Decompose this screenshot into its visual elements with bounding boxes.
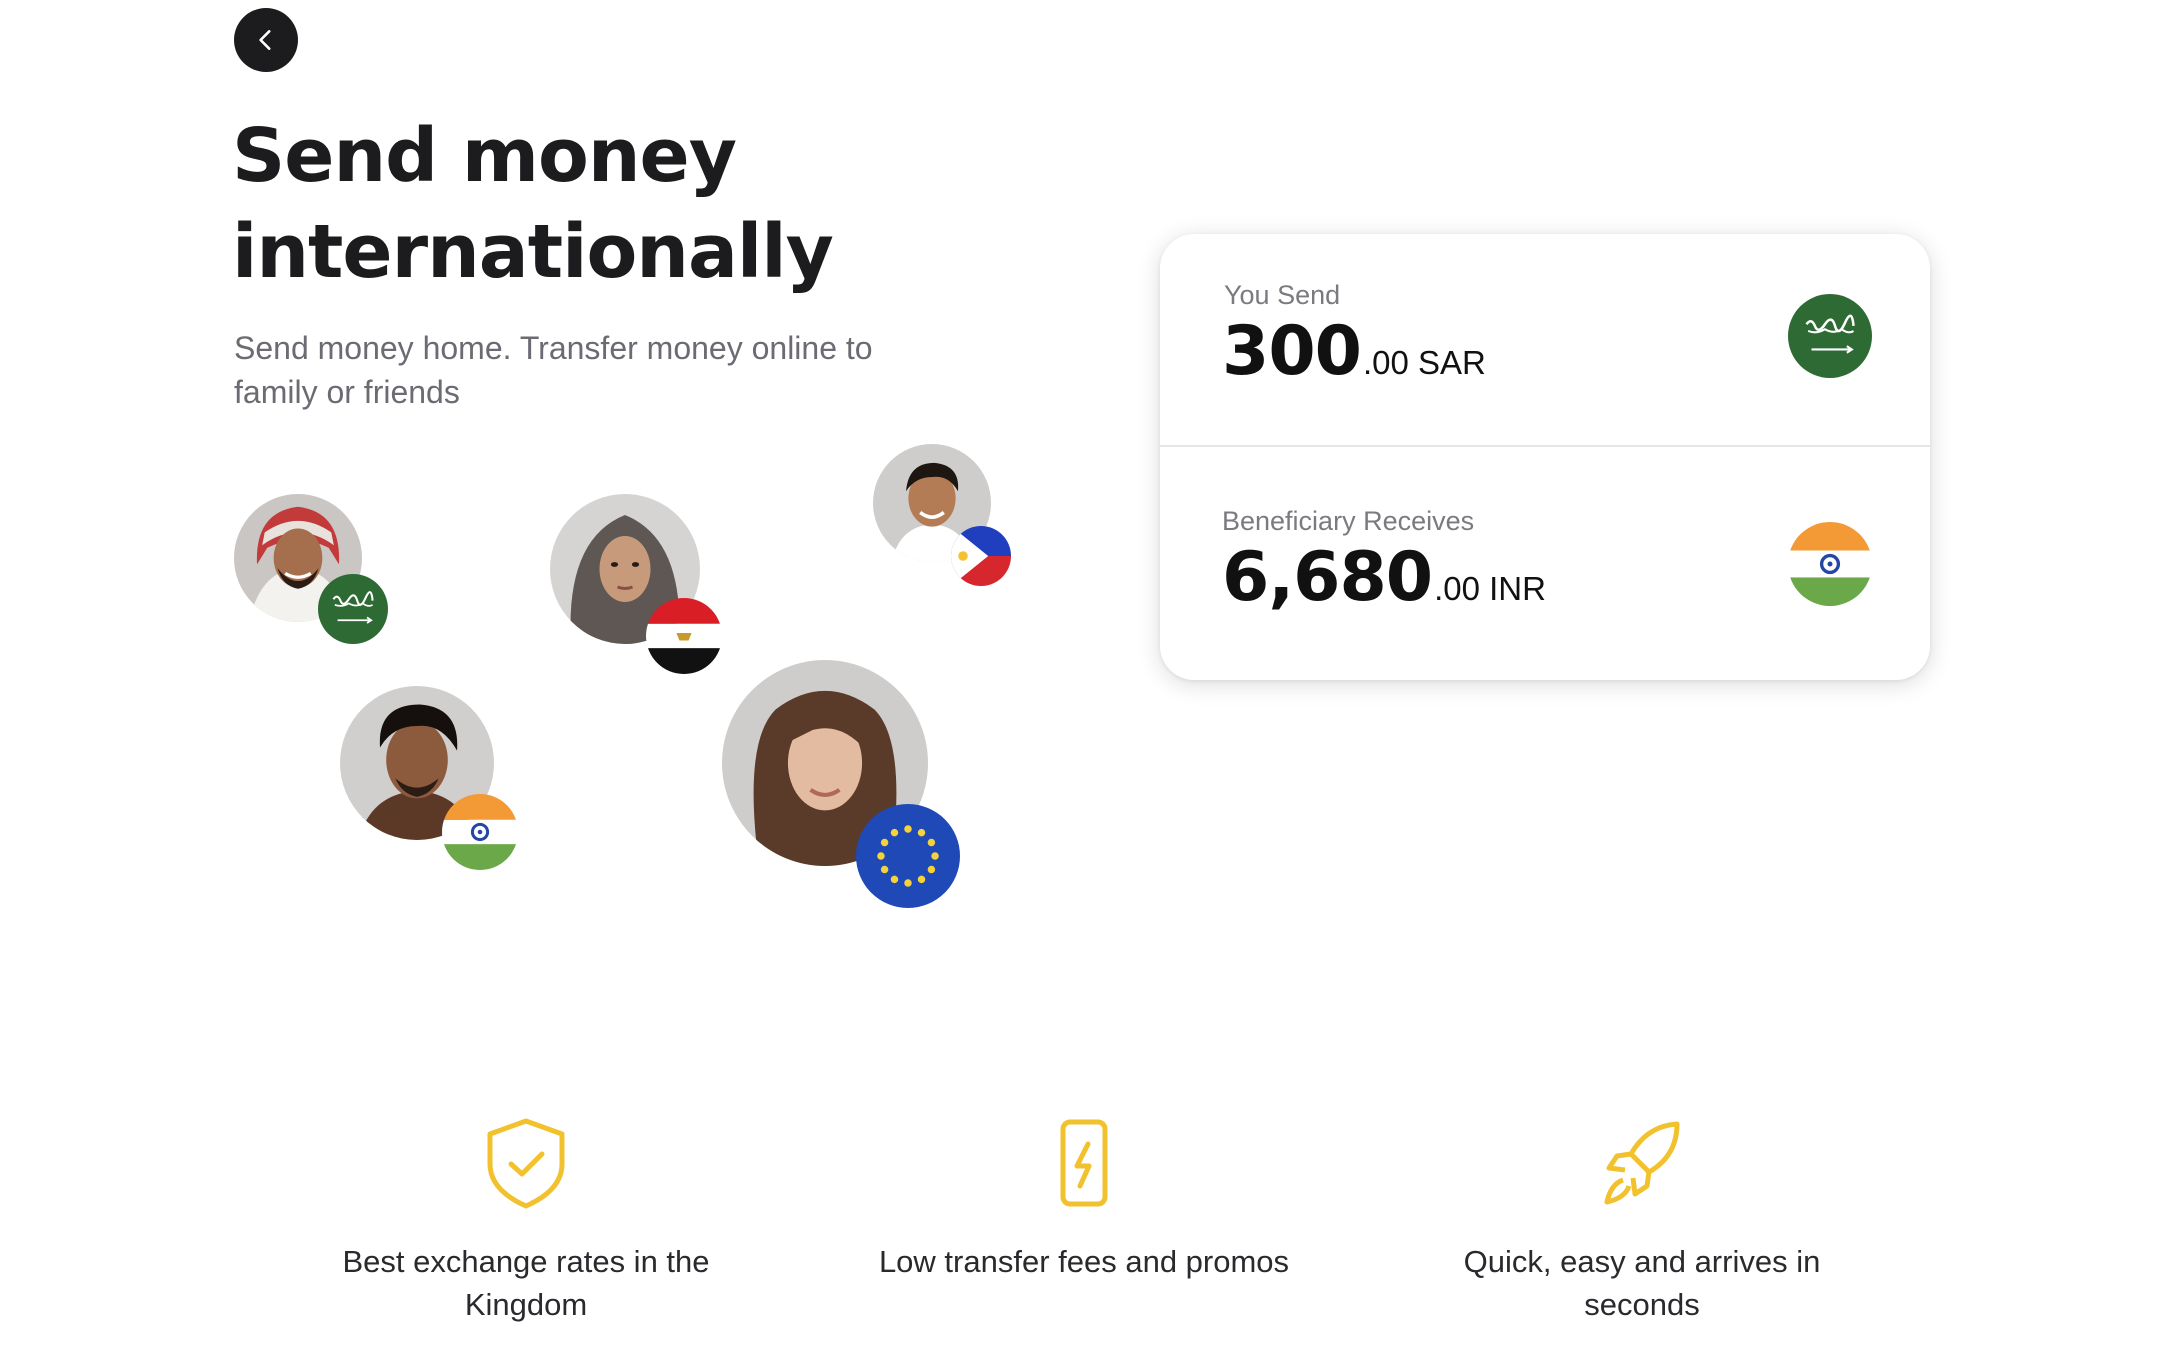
receive-amount-major: 6,680 — [1222, 538, 1433, 617]
avatar-eu — [722, 660, 960, 908]
feature-label: Best exchange rates in the Kingdom — [266, 1240, 786, 1326]
feature-label-line-2: Kingdom — [464, 1287, 588, 1322]
send-currency-selector[interactable] — [1788, 294, 1872, 378]
shield-check-icon — [487, 1118, 565, 1209]
send-amount-major: 300 — [1222, 312, 1362, 391]
avatar-philippines — [873, 444, 1011, 586]
chevron-left-icon — [259, 30, 271, 50]
feature-label-line-1: Low transfer fees and promos — [878, 1244, 1290, 1279]
feature-low-fees: Low transfer fees and promos — [824, 1116, 1344, 1283]
avatar-egypt — [550, 494, 722, 674]
send-amount[interactable]: 300 .00 SAR — [1222, 312, 1486, 391]
send-amount-minor: .00 SAR — [1362, 344, 1486, 381]
india-flag-icon — [442, 794, 518, 870]
receive-label: Beneficiary Receives — [1222, 506, 1475, 536]
saudi-arabia-flag-icon — [318, 574, 388, 644]
page-subtitle: Send money home. Transfer money online t… — [234, 330, 873, 410]
india-flag-icon — [1788, 522, 1872, 606]
rocket-icon — [1604, 1121, 1680, 1205]
egypt-flag-icon — [646, 598, 722, 674]
feature-label-line-2: seconds — [1584, 1287, 1700, 1322]
avatar-india — [340, 686, 518, 870]
title-line-2: internationally — [232, 209, 834, 295]
saudi-arabia-flag-icon — [1805, 314, 1855, 354]
feature-label: Quick, easy and arrives in seconds — [1382, 1240, 1902, 1326]
receive-amount[interactable]: 6,680 .00 INR — [1222, 538, 1546, 617]
receive-currency-selector[interactable] — [1788, 522, 1872, 606]
philippines-flag-icon — [951, 526, 1011, 586]
feature-label-line-1: Quick, easy and arrives in — [1463, 1244, 1821, 1279]
converter-card: You Send 300 .00 SAR Beneficiary Receive… — [1160, 234, 1930, 680]
feature-exchange-rates: Best exchange rates in the Kingdom — [266, 1116, 786, 1326]
back-button[interactable] — [234, 8, 298, 72]
card-divider — [1160, 445, 1930, 447]
page-title: Send money internationally — [232, 108, 992, 300]
receive-amount-minor: .00 INR — [1434, 570, 1546, 607]
send-label: You Send — [1224, 280, 1341, 310]
eu-flag-icon — [856, 804, 960, 908]
phone-bolt-icon — [1060, 1119, 1108, 1207]
title-line-1: Send money — [232, 113, 737, 199]
avatar-saudi — [234, 494, 388, 644]
feature-label-line-1: Best exchange rates in the — [342, 1244, 710, 1279]
feature-quick-easy: Quick, easy and arrives in seconds — [1382, 1116, 1902, 1326]
feature-label: Low transfer fees and promos — [824, 1240, 1344, 1283]
